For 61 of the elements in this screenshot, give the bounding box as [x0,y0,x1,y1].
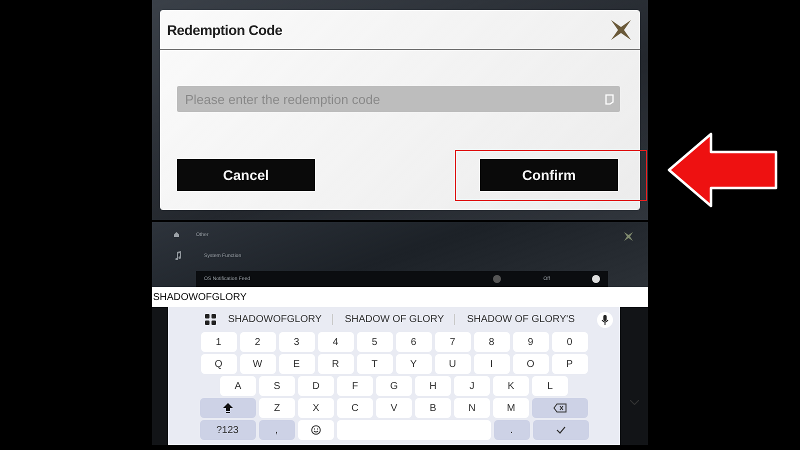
smiley-icon [310,425,320,435]
microphone-icon[interactable] [596,312,613,328]
key[interactable]: Y [396,354,432,374]
cancel-button[interactable]: Cancel [177,159,315,191]
home-icon [174,232,179,237]
key[interactable]: Z [259,398,295,418]
close-icon[interactable] [610,19,632,41]
key[interactable]: 0 [552,332,588,352]
key[interactable]: L [532,376,568,396]
chevron-down-icon [630,400,638,405]
key[interactable]: 2 [240,332,276,352]
backspace-icon [553,403,567,413]
key[interactable]: H [415,376,451,396]
key[interactable]: N [454,398,490,418]
suggestion-chip[interactable]: SHADOW OF GLORY'S [467,314,585,325]
key[interactable]: 4 [318,332,354,352]
checkmark-icon [556,426,566,434]
key[interactable]: , [258,420,294,440]
suggestion-chip[interactable]: SHADOW OF GLORY [344,314,455,325]
key[interactable]: F [337,376,373,396]
confirm-button[interactable]: Confirm [480,159,618,191]
key[interactable]: K [493,376,529,396]
key[interactable]: 1 [200,332,236,352]
key[interactable]: G [376,376,412,396]
key[interactable]: Q [200,354,236,374]
shift-key[interactable] [200,398,256,418]
key[interactable]: T [356,354,392,374]
dialog-title: Redemption Code [167,22,282,38]
key[interactable]: C [337,398,373,418]
key[interactable]: J [454,376,490,396]
arrow-icon [667,130,779,210]
key[interactable]: M [493,398,529,418]
key[interactable]: S [259,376,295,396]
key[interactable]: . [494,420,530,440]
shift-icon [223,403,233,413]
suggestion-chip[interactable]: SHADOWOFGLORY [228,314,333,325]
key[interactable]: I [474,354,510,374]
key[interactable]: 3 [278,332,314,352]
key[interactable]: 5 [356,332,392,352]
emoji-key[interactable] [298,420,334,440]
key[interactable]: A [220,376,256,396]
close-icon[interactable] [624,232,632,241]
key[interactable]: D [298,376,334,396]
key[interactable]: U [434,354,470,374]
key[interactable]: V [376,398,412,418]
text-input-field[interactable]: SHADOWOFGLORY [152,287,648,307]
backspace-key[interactable] [532,398,588,418]
symbols-key[interactable]: ?123 [200,420,256,440]
key[interactable]: R [318,354,354,374]
key[interactable]: P [552,354,588,374]
key[interactable]: E [278,354,314,374]
key[interactable]: B [415,398,451,418]
key[interactable]: 9 [512,332,548,352]
key[interactable]: 6 [396,332,432,352]
key[interactable]: O [512,354,548,374]
key[interactable]: 8 [474,332,510,352]
key[interactable]: 7 [434,332,470,352]
music-note-icon[interactable] [174,251,182,260]
key[interactable]: X [298,398,334,418]
key[interactable]: W [240,354,276,374]
apps-grid-icon[interactable] [205,314,216,325]
